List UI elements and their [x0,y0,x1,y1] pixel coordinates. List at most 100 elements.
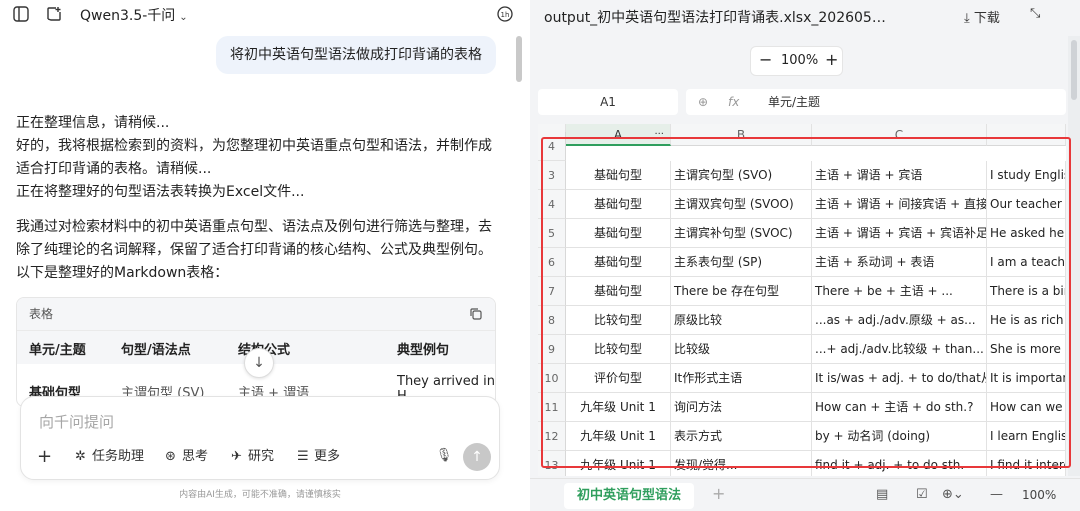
sparkle-icon: ✲ [75,449,86,464]
row-header[interactable]: 5 [538,219,566,248]
table-cell[interactable]: 九年级 Unit 1 [566,451,671,476]
table-cell[interactable]: 主谓宾句型 (SVO) [671,161,812,190]
task-assistant-button[interactable]: ✲ 任务助理 [75,445,144,469]
table-cell[interactable]: Our teacher ta [987,190,1066,219]
table-cell[interactable]: It作形式主语 [671,364,812,393]
table-cell[interactable]: 基础句型 [566,277,671,306]
history-icon[interactable]: 1h [496,5,514,23]
table-cell[interactable]: find it + adj. + to do sth. [812,451,987,476]
chat-input-box[interactable]: 向千问提问 + ✲ 任务助理 ⊛ 思考 ✈ 研究 ☰ 更多 🎙 ↑ [20,396,500,480]
column-header-a[interactable]: A ··· [566,124,671,146]
table-cell[interactable]: There + be + 主语 + ... [812,277,987,306]
function-icon[interactable]: fx [728,89,739,115]
row-header[interactable]: 4 [538,190,566,219]
table-cell[interactable]: 基础句型 [566,190,671,219]
reply-line: 正在将整理好的句型语法表转换为Excel文件... [16,184,305,200]
table-cell[interactable]: She is more ca [987,335,1066,364]
table-cell[interactable]: It is/was + adj. + to do/that从句 [812,364,987,393]
formula-bar[interactable]: ⊕ fx 单元/主题 [686,89,1066,115]
vertical-scrollbar[interactable] [1068,36,1080,476]
table-cell[interactable]: How can we b [987,393,1066,422]
collapse-panel-button[interactable]: ⤡ [1030,6,1040,21]
send-button[interactable]: ↑ [463,443,491,471]
view-mode-icon[interactable]: ⊕⌄ [942,487,964,502]
table-cell[interactable]: 九年级 Unit 1 [566,422,671,451]
more-button[interactable]: ☰ 更多 [297,445,340,469]
zoom-out-button[interactable]: − [759,50,772,69]
new-chat-icon[interactable] [45,5,63,23]
add-attachment-button[interactable]: + [37,445,52,469]
zoom-in-button[interactable]: + [825,50,838,69]
row-header[interactable]: 6 [538,248,566,277]
table-cell[interactable]: 主语 + 系动词 + 表语 [812,248,987,277]
think-button[interactable]: ⊛ 思考 [165,445,208,469]
spreadsheet-grid[interactable]: A ··· B C 4 3 基础句型 主谓宾句型 (SVO) 主语 + 谓语 + 宾语 I … [538,124,1066,476]
table-cell[interactable]: 基础句型 [566,248,671,277]
freeze-pane-icon[interactable]: ▤ [876,487,888,502]
table-cell[interactable]: 询问方法 [671,393,812,422]
column-header-d[interactable] [987,124,1066,146]
scrollbar-thumb[interactable] [1071,40,1077,100]
zoom-level: 100% [781,53,819,68]
table-cell[interactable]: 基础句型 [566,219,671,248]
table-cell[interactable]: 九年级 Unit 1 [566,393,671,422]
row-header[interactable]: 8 [538,306,566,335]
table-cell[interactable]: 主语 + 谓语 + 宾语 [812,161,987,190]
column-header-b[interactable]: B [671,124,812,146]
table-cell[interactable]: I am a teacher [987,248,1066,277]
download-button[interactable]: ⤓ 下载 [964,7,1000,26]
table-cell[interactable]: ...+ adj./adv.比较级 + than... [812,335,987,364]
model-selector[interactable]: Qwen3.5-千问 ⌄ [80,5,188,25]
row-header[interactable]: 4 [538,132,566,161]
row-header[interactable]: 13 [538,451,566,476]
table-cell[interactable]: It is importan [987,364,1066,393]
table-cell[interactable]: by + 动名词 (doing) [812,422,987,451]
table-cell[interactable]: 评价句型 [566,364,671,393]
table-cell[interactable]: There is a bird [987,277,1066,306]
copy-icon[interactable] [469,307,483,321]
table-cell[interactable]: 比较级 [671,335,812,364]
table-cell[interactable]: 主语 + 谓语 + 间接宾语 + 直接宾语 [812,190,987,219]
download-label: 下载 [973,11,1000,26]
table-cell[interactable]: He asked her t [987,219,1066,248]
table-cell[interactable]: I learn English [987,422,1066,451]
table-cell[interactable]: 主谓宾补句型 (SVOC) [671,219,812,248]
rocket-icon: ✈ [231,449,242,464]
research-button[interactable]: ✈ 研究 [231,445,274,469]
row-header[interactable]: 10 [538,364,566,393]
row-header[interactable]: 11 [538,393,566,422]
table-cell[interactable]: How can + 主语 + do sth.? [812,393,987,422]
table-cell[interactable]: 发现/觉得... [671,451,812,476]
table-cell[interactable]: ...as + adj./adv.原级 + as... [812,306,987,335]
scroll-to-bottom-button[interactable]: ↓ [244,348,274,378]
sidebar-toggle-icon[interactable] [12,5,30,23]
table-cell[interactable]: 基础句型 [566,161,671,190]
row-header[interactable]: 9 [538,335,566,364]
table-cell[interactable]: I find it intere [987,451,1066,476]
table-cell[interactable]: 比较句型 [566,335,671,364]
row-header[interactable]: 12 [538,422,566,451]
table-cell[interactable]: 表示方式 [671,422,812,451]
check-view-icon[interactable]: ☑ [916,487,928,502]
table-cell[interactable]: I study English [987,161,1066,190]
table-cell[interactable]: 主谓双宾句型 (SVOO) [671,190,812,219]
cell-reference-box[interactable]: A1 [538,89,678,115]
table-card-header: 表格 [17,298,495,330]
row-header[interactable]: 3 [538,161,566,190]
chat-scrollbar[interactable] [516,36,522,82]
table-cell[interactable]: 原级比较 [671,306,812,335]
more-icon[interactable]: ··· [654,124,664,146]
table-cell[interactable]: There be 存在句型 [671,277,812,306]
column-header-c[interactable]: C [812,124,987,146]
zoom-control: − 100% + [750,46,843,76]
table-cell[interactable]: He is as rich a [987,306,1066,335]
microphone-button[interactable]: 🎙 [431,443,457,469]
table-cell[interactable]: 比较句型 [566,306,671,335]
table-cell[interactable]: 主系表句型 (SP) [671,248,812,277]
sheet-tab-active[interactable]: 初中英语句型语法 [564,483,694,509]
row-header[interactable]: 7 [538,277,566,306]
search-icon[interactable]: ⊕ [698,89,708,115]
zoom-out-icon[interactable]: — [990,487,1003,502]
add-sheet-button[interactable]: + [712,484,725,503]
table-cell[interactable]: 主语 + 谓语 + 宾语 + 宾语补足语 [812,219,987,248]
